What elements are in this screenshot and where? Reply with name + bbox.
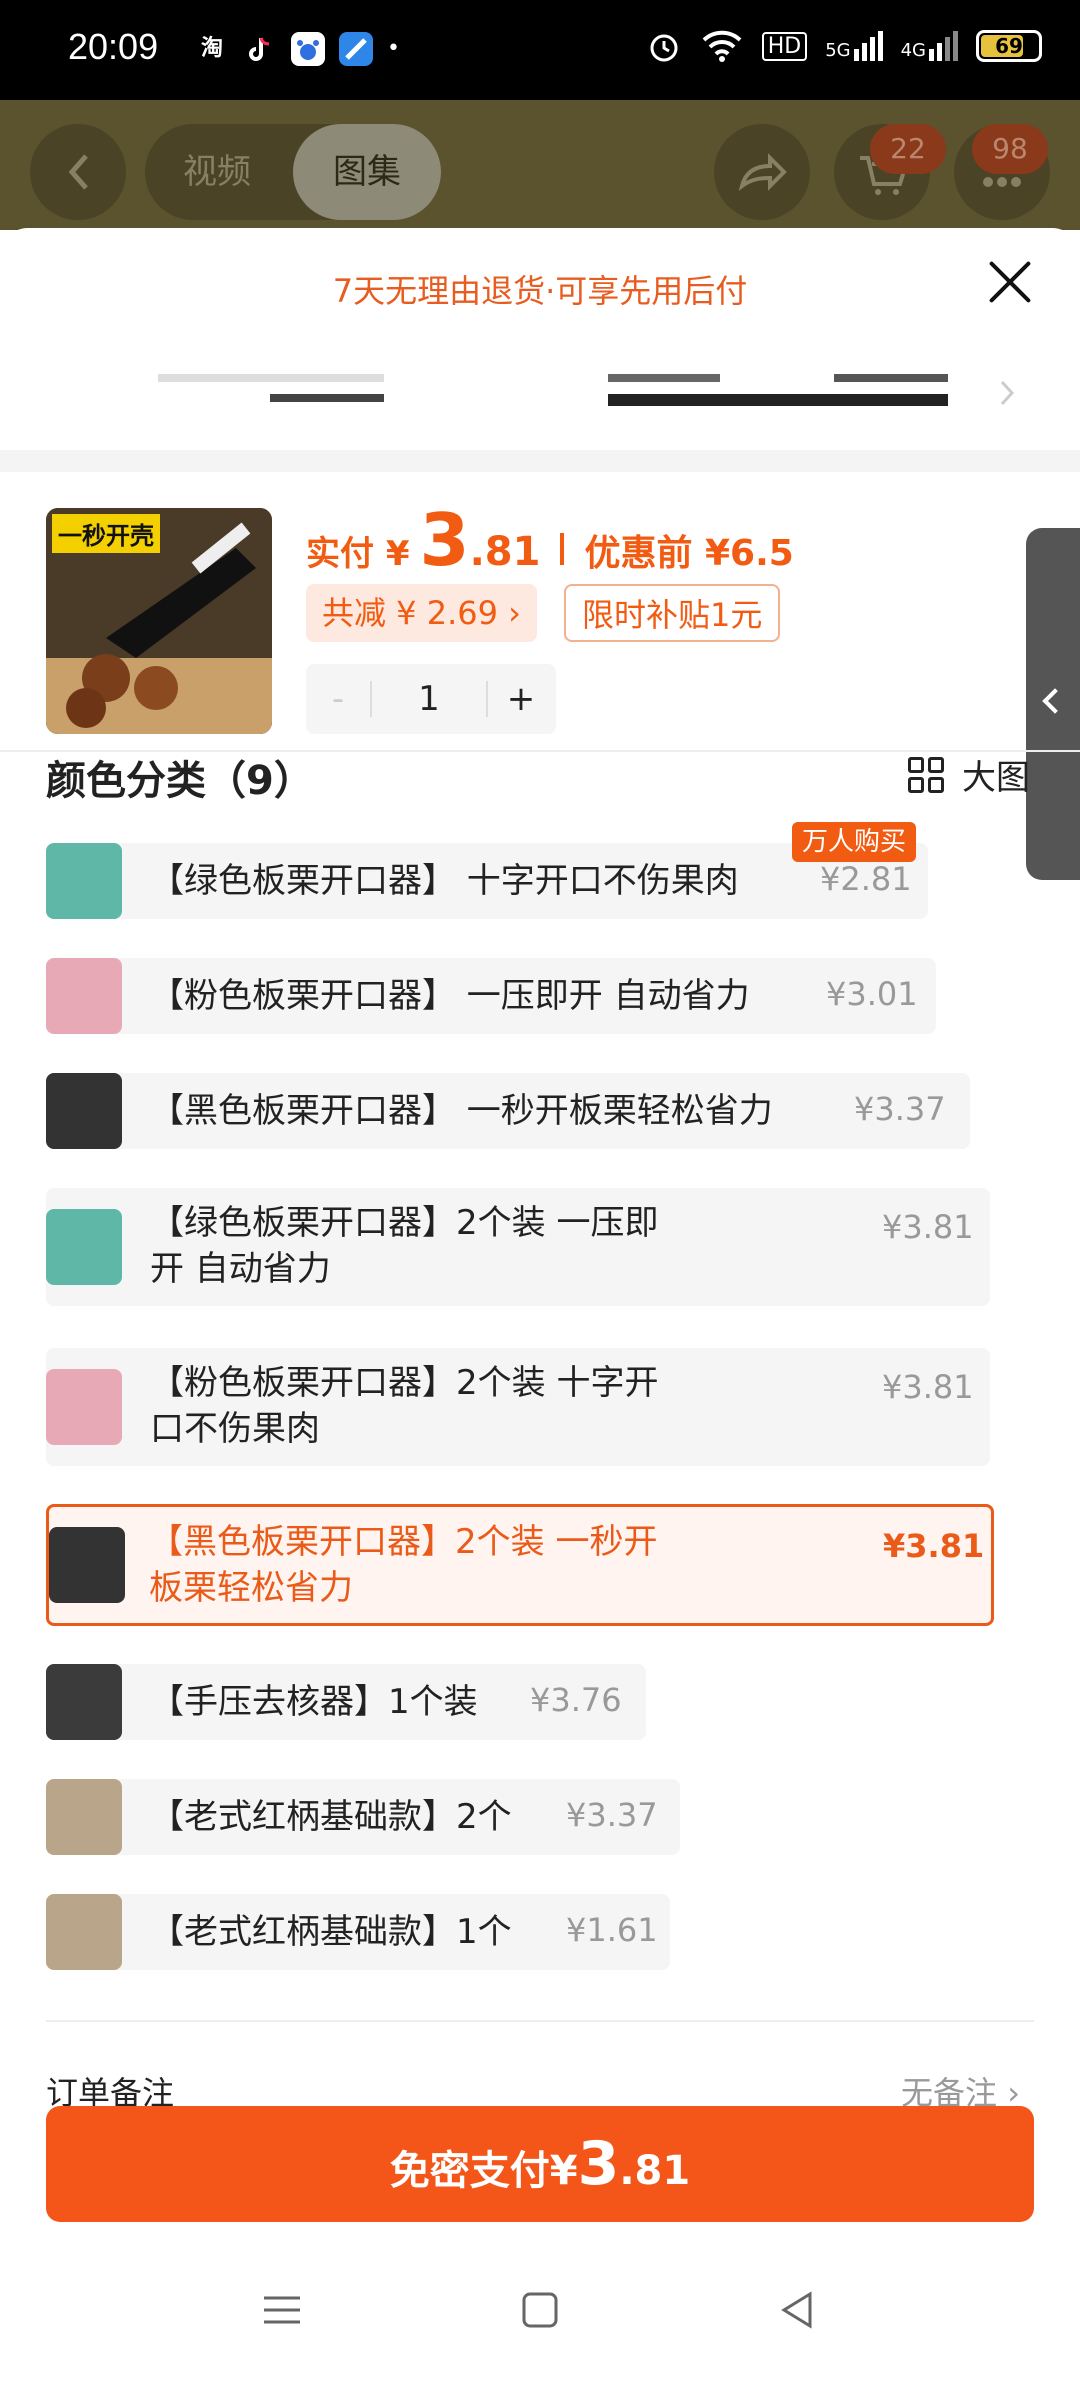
cart-badge: 22 [870, 124, 946, 174]
option-name: 【手压去核器】1个装 [150, 1682, 478, 1722]
price-decimal: .81 [469, 529, 541, 575]
subsidy-chip: 限时补贴1元 [564, 584, 781, 642]
more-notifications-dot: • [387, 36, 400, 61]
pay-integer: 3 [577, 2129, 620, 2199]
option-image [49, 1527, 125, 1603]
paid-label: 实付 ¥ [306, 534, 410, 574]
tiktok-icon [243, 32, 277, 66]
section-title: 颜色分类（9） [46, 758, 314, 804]
menu-icon[interactable] [262, 2290, 302, 2330]
more-badge: 98 [972, 124, 1048, 174]
side-drawer-handle[interactable] [1026, 528, 1080, 880]
option-price: ¥3.76 [530, 1681, 622, 1719]
sku-option[interactable]: 【粉色板栗开口器】 一压即开 自动省力 ¥3.01 [46, 958, 936, 1034]
back-icon[interactable] [778, 2290, 818, 2330]
option-image [46, 1073, 122, 1149]
collapsed-strip [158, 374, 1015, 414]
taobao-icon: 淘 [195, 32, 229, 66]
quantity-stepper: - 1 + [306, 664, 556, 734]
original-price: 优惠前 ¥6.5 [584, 533, 794, 574]
option-image [46, 958, 122, 1034]
option-name: 【黑色板栗开口器】2个装 一秒开板栗轻松省力 [149, 1522, 658, 1608]
option-image [46, 843, 122, 919]
sku-option[interactable]: 【粉色板栗开口器】2个装 十字开口不伤果肉 ¥3.81 [46, 1348, 990, 1466]
option-price: ¥1.61 [566, 1911, 658, 1949]
wifi-icon [702, 30, 742, 62]
pay-prefix: 免密支付¥ [389, 2148, 578, 2194]
big-view-toggle[interactable]: 大图 [908, 750, 1030, 799]
chevron-right-icon [1000, 380, 1015, 406]
hd-label: HD [761, 31, 808, 61]
option-price: ¥3.37 [566, 1796, 658, 1834]
share-button[interactable] [714, 124, 810, 220]
quantity-value[interactable]: 1 [372, 679, 486, 719]
battery-icon: 69 [976, 30, 1042, 62]
baidu-icon [291, 32, 325, 66]
sku-option[interactable]: 【老式红柄基础款】1个 ¥1.61 [46, 1894, 670, 1970]
clock: 20:09 [68, 26, 159, 67]
option-image [46, 1894, 122, 1970]
option-image [46, 1664, 122, 1740]
grid-icon [908, 756, 944, 793]
option-price: ¥3.37 [854, 1090, 946, 1128]
app-icon [339, 32, 373, 66]
option-image [46, 1209, 122, 1285]
price-integer: 3 [419, 498, 470, 582]
option-image [46, 1779, 122, 1855]
option-name: 【粉色板栗开口器】 一压即开 自动省力 [150, 976, 750, 1016]
sku-option[interactable]: 【绿色板栗开口器】2个装 一压即开 自动省力 ¥3.81 [46, 1188, 990, 1306]
sku-option[interactable]: 【手压去核器】1个装 ¥3.76 [46, 1664, 646, 1740]
system-nav-bar [0, 2250, 1080, 2400]
pay-button[interactable]: 免密支付¥3.81 [46, 2106, 1034, 2222]
system-icons: HD 5G 4G 69 [646, 28, 1042, 64]
option-price: ¥3.81 [882, 1368, 974, 1406]
decrease-button[interactable]: - [306, 679, 370, 719]
page-header: 视频 图集 22 98 [0, 100, 1080, 230]
option-name: 【绿色板栗开口器】2个装 一压即开 自动省力 [150, 1203, 659, 1289]
option-price: ¥3.01 [826, 975, 918, 1013]
sku-option[interactable]: 【老式红柄基础款】2个 ¥3.37 [46, 1779, 680, 1855]
option-name: 【老式红柄基础款】2个 [150, 1797, 512, 1837]
signal-4g: 4G [901, 31, 958, 61]
section-gap [0, 450, 1080, 472]
signal-5g: 5G [825, 31, 883, 61]
option-price: ¥2.81 [820, 860, 912, 898]
divider [46, 2020, 1034, 2022]
option-name: 【黑色板栗开口器】 一秒开板栗轻松省力 [150, 1091, 773, 1131]
option-price: ¥3.81 [883, 1527, 985, 1565]
tab-gallery[interactable]: 图集 [293, 124, 441, 220]
service-banner: 7天无理由退货·可享先用后付 [332, 272, 748, 310]
divider [560, 533, 565, 565]
sku-option[interactable]: 【黑色板栗开口器】 一秒开板栗轻松省力 ¥3.37 [46, 1073, 970, 1149]
share-icon [738, 153, 787, 191]
option-name: 【粉色板栗开口器】2个装 十字开口不伤果肉 [150, 1363, 659, 1449]
option-name: 【老式红柄基础款】1个 [150, 1912, 512, 1952]
pay-decimal: .81 [619, 2148, 691, 2194]
increase-button[interactable]: + [488, 679, 554, 719]
option-image [46, 1369, 122, 1445]
chevron-left-icon [68, 154, 88, 190]
notification-icons: 淘 • [195, 32, 400, 66]
option-price: ¥3.81 [882, 1208, 974, 1246]
big-view-label: 大图 [962, 758, 1030, 798]
media-tabs: 视频 图集 [145, 124, 441, 220]
product-thumbnail[interactable]: 一秒开壳 [46, 508, 272, 734]
status-bar: 20:09 淘 • HD 5G 4G 69 [0, 0, 1080, 100]
sku-selection-sheet: 7天无理由退货·可享先用后付 一秒开壳 实付 ¥ 3 .81 优惠前 ¥6.5 … [0, 228, 1080, 2400]
price-line: 实付 ¥ 3 .81 优惠前 ¥6.5 [306, 498, 794, 582]
home-icon[interactable] [520, 2290, 560, 2330]
sku-option-selected[interactable]: 【黑色板栗开口器】2个装 一秒开板栗轻松省力 ¥3.81 [46, 1504, 994, 1626]
back-button[interactable] [30, 124, 126, 220]
option-name: 【绿色板栗开口器】 十字开口不伤果肉 [150, 861, 739, 901]
tab-video[interactable]: 视频 [145, 124, 289, 220]
hot-tag: 万人购买 [792, 822, 917, 862]
close-icon[interactable] [986, 258, 1034, 306]
alarm-icon [650, 34, 678, 62]
discount-chip[interactable]: 共减 ¥ 2.69 › [306, 584, 537, 642]
thumb-caption: 一秒开壳 [52, 514, 160, 553]
